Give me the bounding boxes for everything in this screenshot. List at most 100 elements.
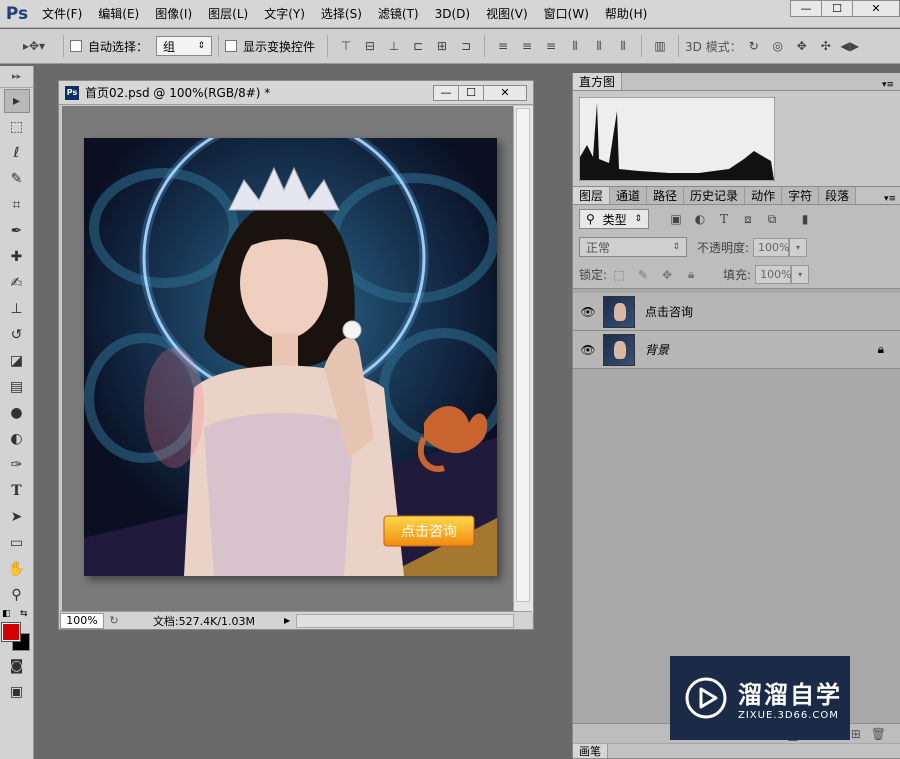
crop-tool-icon[interactable]: ⌗ [4,193,30,217]
dodge-tool-icon[interactable]: ◐ [4,427,30,451]
rotate-3d-icon[interactable]: ↻ [745,37,763,55]
doc-minimize-button[interactable]: — [433,84,459,101]
lock-all-icon[interactable]: 🔒︎ [682,266,700,284]
align-bottom-icon[interactable]: ⊥ [385,37,403,55]
filter-toggle-icon[interactable]: ▮ [796,210,814,228]
blur-tool-icon[interactable]: ● [4,401,30,425]
type-tool-icon[interactable]: T [4,479,30,503]
drag-3d-icon[interactable]: ✥ [793,37,811,55]
tab-histogram[interactable]: 直方图 [573,73,623,90]
filter-smart-object-icon[interactable]: ⧉ [763,210,781,228]
lock-position-icon[interactable]: ✥ [658,266,676,284]
tab-brush[interactable]: 画笔 [573,744,608,758]
lock-transparent-icon[interactable]: ⬚ [610,266,628,284]
artwork-image[interactable]: 点击咨询 [84,138,497,576]
hand-tool-icon[interactable]: ✋ [4,557,30,581]
gradient-tool-icon[interactable]: ▤ [4,375,30,399]
distribute-vcenter-icon[interactable]: ≡ [518,37,536,55]
tab-channels[interactable]: 通道 [610,187,648,204]
layer-name[interactable]: 背景 [645,341,669,358]
clone-stamp-tool-icon[interactable]: ⊥ [4,297,30,321]
tab-paragraph[interactable]: 段落 [819,187,857,204]
scroll-thumb[interactable] [516,108,530,602]
filter-shape-icon[interactable]: ⧈ [739,210,757,228]
zoom-level[interactable]: 100% [60,612,104,629]
layer-filter-dropdown[interactable]: ⚲ 类型 ⇕ [579,209,649,229]
menu-edit[interactable]: 编辑(E) [90,0,147,28]
screen-mode-icon[interactable]: ▣ [4,680,30,704]
distribute-hcenter-icon[interactable]: ⦀ [590,37,608,55]
shape-tool-icon[interactable]: ▭ [4,531,30,555]
tab-paths[interactable]: 路径 [647,187,685,204]
layer-row[interactable]: 👁︎ 背景 🔒︎ [573,331,900,369]
zoom-tool-icon[interactable]: ⚲ [4,583,30,607]
distribute-bottom-icon[interactable]: ≡ [542,37,560,55]
maximize-button[interactable]: ☐ [821,0,853,17]
align-left-icon[interactable]: ⊏ [409,37,427,55]
quick-mask-icon[interactable]: ◙ [4,654,30,678]
align-right-icon[interactable]: ⊐ [457,37,475,55]
filter-pixel-icon[interactable]: ▣ [667,210,685,228]
delete-layer-icon[interactable]: 🗑︎ [871,727,886,741]
filter-adjustment-icon[interactable]: ◐ [691,210,709,228]
pen-tool-icon[interactable]: ✑ [4,453,30,477]
fill-slider-icon[interactable]: ▾ [791,265,810,284]
brush-tool-icon[interactable]: ✍ [4,271,30,295]
foreground-color-swatch[interactable] [1,622,21,642]
status-settings-icon[interactable]: ↻ [104,614,124,627]
lock-image-icon[interactable]: ✎ [634,266,652,284]
menu-layer[interactable]: 图层(L) [200,0,256,28]
canvas-area[interactable]: 点击咨询 [62,106,513,612]
minimize-button[interactable]: — [790,0,822,17]
align-top-icon[interactable]: ⊤ [337,37,355,55]
menu-image[interactable]: 图像(I) [147,0,200,28]
distribute-top-icon[interactable]: ≡ [494,37,512,55]
tab-character[interactable]: 字符 [782,187,820,204]
auto-select-checkbox[interactable] [70,40,82,52]
align-vcenter-icon[interactable]: ⊟ [361,37,379,55]
menu-file[interactable]: 文件(F) [34,0,90,28]
tab-actions[interactable]: 动作 [745,187,783,204]
fill-input[interactable]: 100% [755,265,792,284]
swap-colors-icon[interactable]: ⇆ [20,609,28,619]
opacity-input[interactable]: 100% [753,237,790,257]
quick-select-tool-icon[interactable]: ✎ [4,167,30,191]
toolbox-collapse-icon[interactable]: ▸▸ [0,66,33,88]
tab-history[interactable]: 历史记录 [684,187,746,204]
menu-filter[interactable]: 滤镜(T) [370,0,427,28]
distribute-left-icon[interactable]: ⦀ [566,37,584,55]
eraser-tool-icon[interactable]: ◪ [4,349,30,373]
menu-3d[interactable]: 3D(D) [427,0,478,28]
default-colors-icon[interactable]: ◧ [2,609,11,619]
new-layer-icon[interactable]: ⊞ [851,727,861,741]
horizontal-scrollbar[interactable] [296,613,514,628]
visibility-eye-icon[interactable]: 👁︎ [573,343,603,357]
auto-select-dropdown[interactable]: 组 ⇕ [156,36,213,56]
roll-3d-icon[interactable]: ◎ [769,37,787,55]
vertical-scrollbar[interactable] [513,106,533,612]
path-select-tool-icon[interactable]: ➤ [4,505,30,529]
lasso-tool-icon[interactable]: ℓ [4,141,30,165]
doc-close-button[interactable]: ✕ [483,84,527,101]
marquee-tool-icon[interactable]: ⬚ [4,115,30,139]
slide-3d-icon[interactable]: ✣ [817,37,835,55]
panel-menu-icon[interactable]: ▾≡ [876,80,900,90]
visibility-eye-icon[interactable]: 👁︎ [573,305,603,319]
layer-row[interactable]: 👁︎ 点击咨询 [573,293,900,331]
blend-mode-dropdown[interactable]: 正常 ⇕ [579,237,687,257]
move-tool-icon[interactable]: ▸ [3,89,30,113]
distribute-right-icon[interactable]: ⦀ [614,37,632,55]
panel-menu-icon[interactable]: ▾≡ [880,194,900,204]
close-button[interactable]: ✕ [852,0,900,17]
menu-select[interactable]: 选择(S) [313,0,370,28]
menu-view[interactable]: 视图(V) [478,0,536,28]
healing-brush-tool-icon[interactable]: ✚ [4,245,30,269]
layer-name[interactable]: 点击咨询 [645,303,693,320]
status-menu-arrow-icon[interactable]: ▶ [284,616,296,625]
menu-help[interactable]: 帮助(H) [597,0,655,28]
history-brush-tool-icon[interactable]: ↺ [4,323,30,347]
menu-window[interactable]: 窗口(W) [536,0,597,28]
menu-type[interactable]: 文字(Y) [256,0,313,28]
align-hcenter-icon[interactable]: ⊞ [433,37,451,55]
opacity-slider-icon[interactable]: ▾ [789,237,808,257]
